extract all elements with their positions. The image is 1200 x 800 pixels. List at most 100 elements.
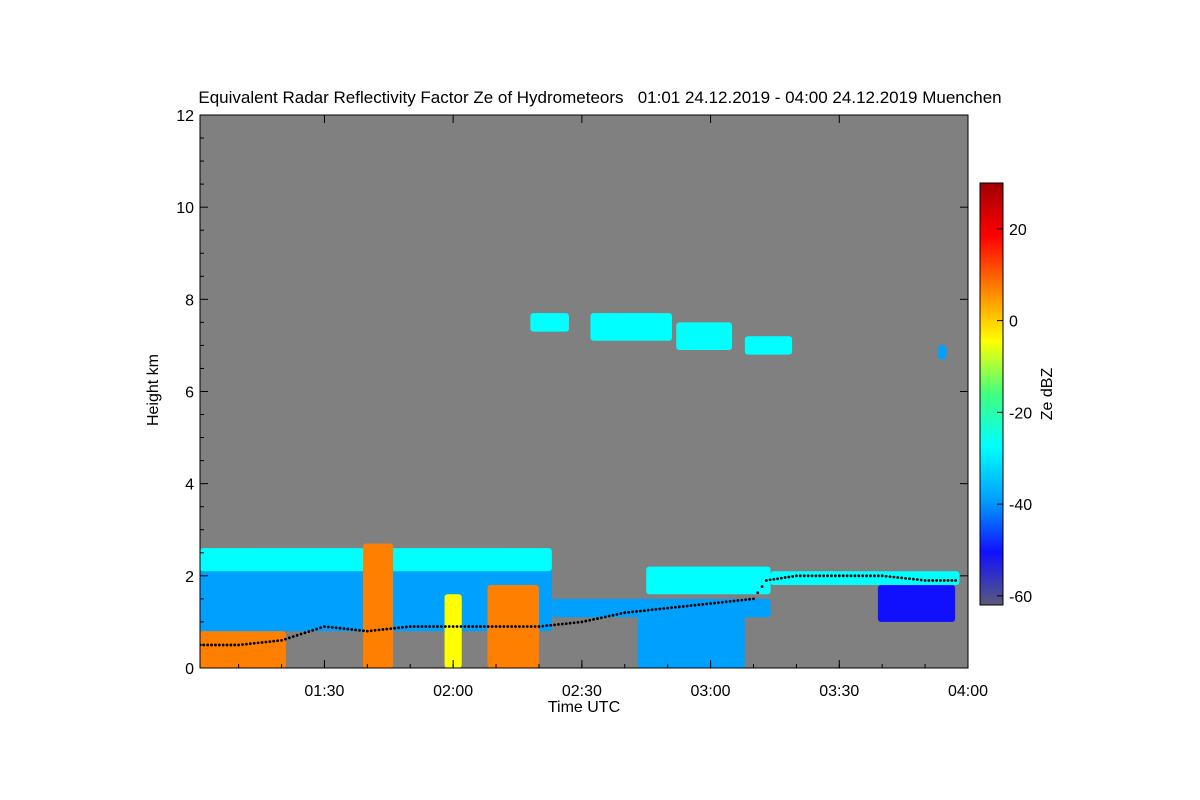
- cloud-base-point: [241, 643, 244, 646]
- cloud-base-point: [728, 599, 732, 603]
- y-tick-label: 8: [185, 292, 194, 309]
- cloud-base-point: [861, 574, 865, 578]
- cloud-base-point: [776, 577, 780, 581]
- cloud-base-point: [229, 643, 233, 647]
- cloud-base-point: [412, 625, 416, 628]
- cloud-base-point: [942, 579, 946, 582]
- x-axis-label: Time UTC: [548, 699, 620, 716]
- cloud-base-point: [210, 643, 213, 647]
- cloud-base-point: [806, 574, 810, 578]
- cloud-base-point: [541, 624, 545, 628]
- cloud-base-point: [740, 598, 744, 602]
- cloud-base-point: [521, 625, 525, 628]
- echo-region: [770, 571, 960, 586]
- cloud-base-point: [580, 620, 584, 624]
- echo-region: [676, 322, 733, 351]
- y-tick-label: 4: [185, 477, 194, 494]
- y-tick-label: 6: [185, 385, 194, 402]
- cloud-base-point: [752, 597, 755, 601]
- cloud-base-point: [826, 574, 829, 578]
- y-axis-label: Height km: [145, 354, 162, 426]
- cloud-base-point: [272, 639, 276, 643]
- colorbar-tick-label: 20: [1009, 222, 1027, 239]
- cloud-base-point: [646, 608, 650, 612]
- cloud-base-point: [393, 626, 397, 630]
- colorbar-tick-label: -60: [1009, 589, 1032, 606]
- cloud-base-point: [568, 621, 572, 625]
- x-tick-label: 03:00: [691, 683, 731, 700]
- cloud-base-point: [502, 625, 506, 628]
- cloud-base-point: [408, 625, 412, 628]
- cloud-base-point: [701, 602, 705, 606]
- cloud-base-point: [553, 623, 556, 627]
- cloud-base-point: [841, 574, 845, 578]
- cloud-base-point: [732, 599, 736, 603]
- cloud-base-point: [615, 612, 619, 616]
- y-tick-label: 0: [185, 661, 194, 678]
- cloud-base-point: [233, 643, 237, 647]
- cloud-base-point: [576, 620, 580, 624]
- cloud-base-point: [358, 628, 361, 632]
- cloud-base-point: [697, 603, 701, 607]
- cloud-base-point: [662, 607, 666, 610]
- cloud-base-point: [401, 625, 404, 629]
- cloud-base-point: [463, 625, 467, 628]
- cloud-base-point: [619, 612, 623, 615]
- echo-region: [444, 594, 462, 668]
- cloud-base-point: [865, 574, 868, 578]
- cloud-base-point: [436, 625, 439, 628]
- cloud-base-point: [256, 641, 260, 645]
- cloud-base-point: [315, 627, 319, 631]
- cloud-base-point: [822, 574, 826, 578]
- cloud-base-point: [214, 643, 217, 647]
- cloud-base-point: [323, 625, 326, 628]
- cloud-base-point: [900, 576, 904, 580]
- cloud-base-point: [607, 614, 611, 618]
- cloud-base-point: [631, 610, 634, 614]
- cloud-base-point: [869, 574, 872, 578]
- cloud-base-point: [428, 625, 432, 628]
- x-tick-label: 02:00: [433, 683, 473, 700]
- cloud-base-point: [451, 625, 455, 628]
- cloud-base-point: [779, 576, 783, 580]
- echo-region: [590, 313, 672, 341]
- y-tick-label: 2: [185, 569, 194, 586]
- cloud-base-point: [783, 576, 787, 579]
- cloud-base-point: [381, 628, 385, 631]
- cloud-base-point: [849, 574, 853, 578]
- cloud-base-point: [420, 625, 424, 628]
- cloud-base-point: [560, 622, 564, 626]
- cloud-base-point: [533, 625, 537, 628]
- cloud-base-point: [670, 606, 673, 610]
- cloud-base-point: [802, 574, 806, 578]
- cloud-base-point: [884, 574, 888, 578]
- cloud-base-point: [475, 625, 478, 628]
- cloud-base-point: [424, 625, 428, 628]
- cloud-base-point: [467, 625, 471, 628]
- cloud-base-point: [280, 638, 283, 642]
- cloud-base-point: [923, 579, 927, 582]
- echo-region: [877, 585, 956, 622]
- cloud-base-point: [432, 625, 436, 628]
- cloud-base-point: [845, 574, 849, 578]
- cloud-base-point: [709, 602, 712, 605]
- cloud-base-point: [853, 574, 857, 578]
- cloud-base-point: [537, 625, 541, 628]
- cloud-base-point: [919, 578, 923, 582]
- cloud-base-point: [397, 626, 400, 630]
- cloud-base-point: [810, 574, 814, 578]
- cloud-base-point: [830, 574, 833, 578]
- cloud-base-point: [276, 639, 280, 643]
- cloud-base-point: [627, 610, 631, 614]
- cloud-base-point: [264, 640, 268, 644]
- cloud-base-point: [642, 609, 646, 613]
- x-tick-label: 03:30: [819, 683, 859, 700]
- cloud-base-point: [303, 631, 307, 635]
- cloud-base-point: [720, 600, 724, 604]
- cloud-base-point: [794, 574, 798, 578]
- echo-region: [637, 612, 745, 668]
- cloud-base-point: [354, 628, 358, 632]
- y-tick-label: 12: [176, 108, 194, 125]
- radar-chart: 01:30 02:00 02:30 03:00 03:30 04:00 0 2 4 6 8 10 12…: [145, 108, 1056, 716]
- x-tick-label: 02:30: [562, 683, 602, 700]
